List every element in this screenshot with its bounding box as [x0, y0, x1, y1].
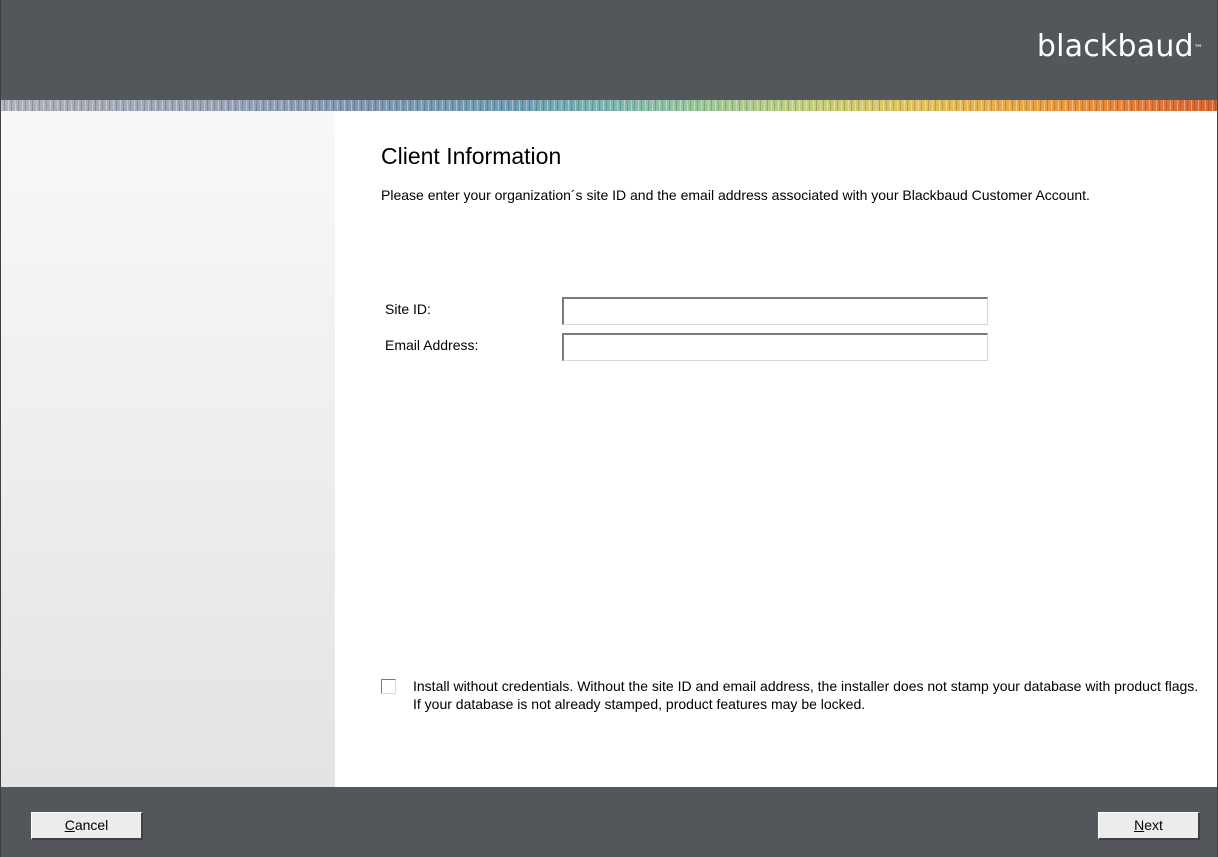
next-button[interactable]: Next	[1098, 812, 1200, 840]
logo-trademark: ™	[1193, 44, 1203, 54]
header-bar: blackbaud™	[1, 0, 1217, 100]
blackbaud-logo: blackbaud™	[1037, 30, 1203, 64]
cancel-access-key: C	[64, 817, 75, 833]
page-description: Please enter your organization´s site ID…	[381, 187, 1090, 203]
cancel-label-rest: ancel	[74, 817, 109, 833]
color-stripe-divider	[1, 100, 1217, 111]
sidebar-panel	[1, 111, 335, 787]
cancel-button[interactable]: Cancel	[31, 812, 143, 840]
email-address-label: Email Address:	[385, 337, 479, 353]
next-label-rest: ext	[1144, 817, 1163, 833]
email-address-input[interactable]	[562, 333, 988, 361]
page-title: Client Information	[381, 143, 562, 169]
site-id-label: Site ID:	[385, 301, 431, 317]
install-without-credentials-checkbox[interactable]	[381, 679, 396, 694]
site-id-input[interactable]	[562, 297, 988, 325]
install-without-credentials-label[interactable]: Install without credentials. Without the…	[413, 677, 1203, 713]
next-access-key: N	[1134, 817, 1145, 833]
main-content: Client Information Please enter your org…	[335, 111, 1217, 787]
footer-bar: Cancel Next	[1, 787, 1217, 857]
installer-window: blackbaud™ Client Information Please ent…	[0, 0, 1218, 857]
logo-text: blackbaud	[1036, 29, 1194, 64]
